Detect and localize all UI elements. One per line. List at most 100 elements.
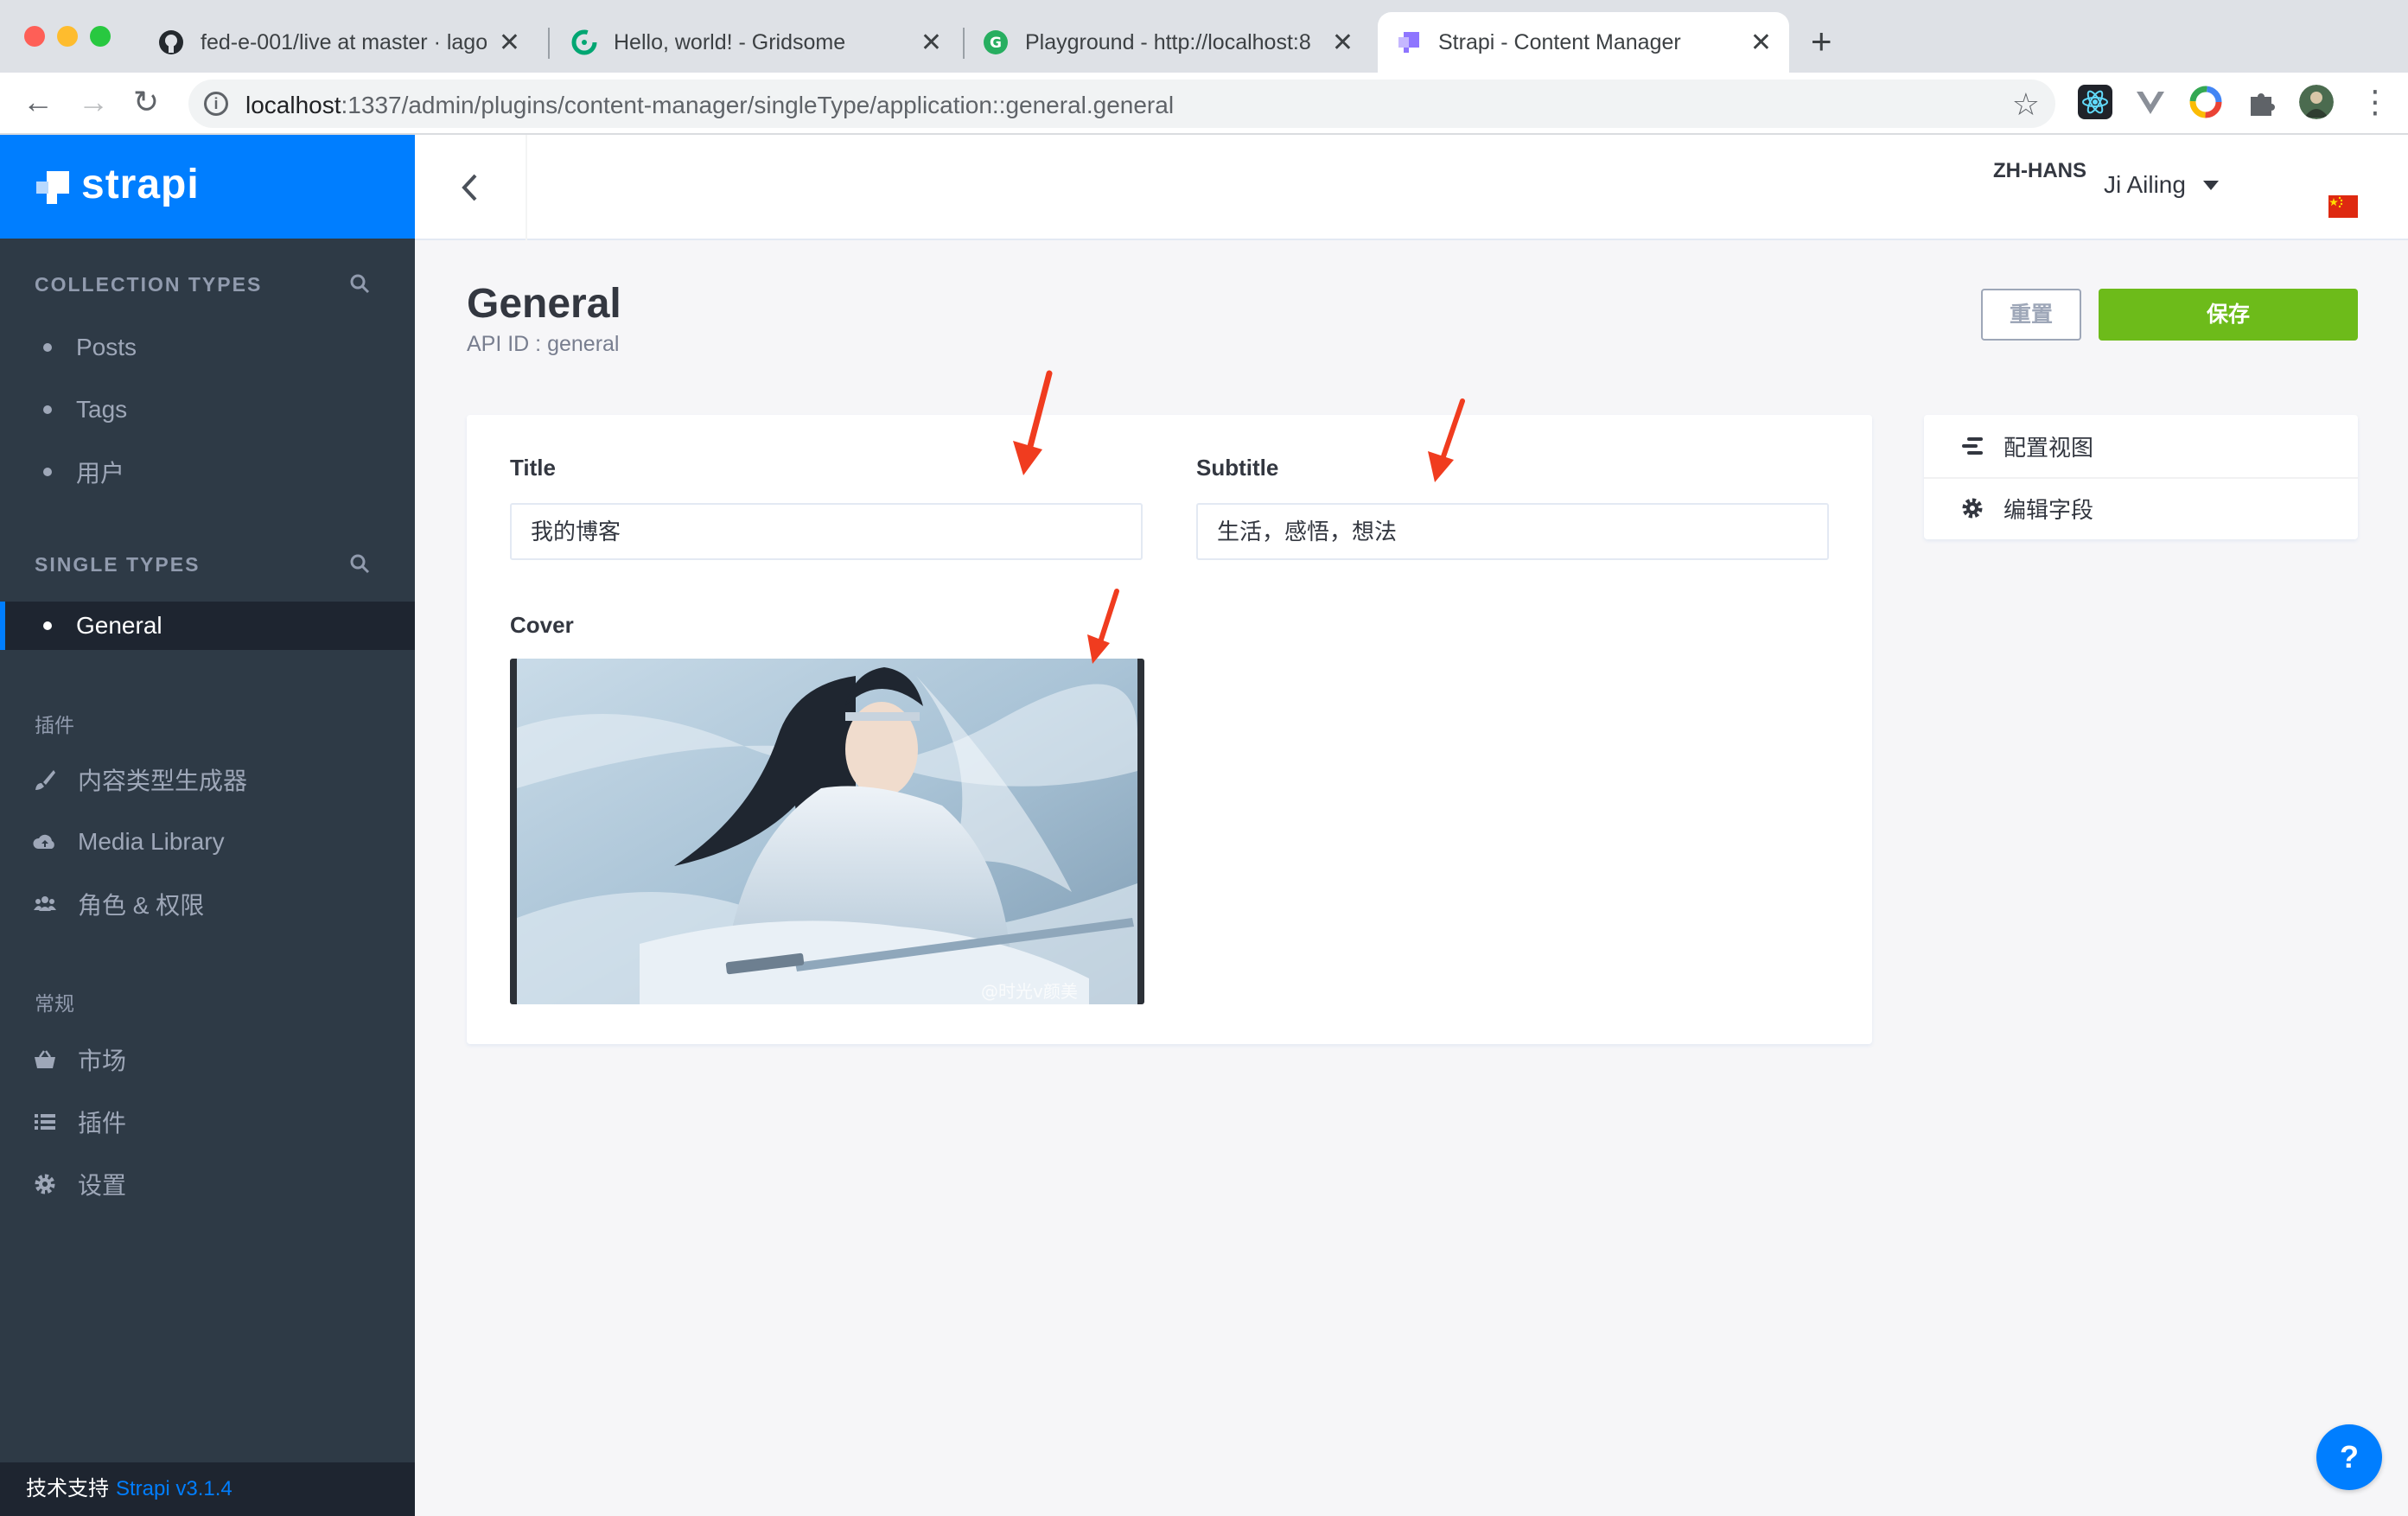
caret-down-icon (2202, 180, 2219, 190)
language-switcher[interactable]: ZH-HANS (1988, 159, 2092, 183)
annotation-arrow-icon (1428, 398, 1465, 482)
top-header: Ji Ailing ZH-HANS (415, 135, 2408, 240)
save-button[interactable]: 保存 (2099, 289, 2358, 341)
sidebar-item-label: 插件 (78, 1110, 127, 1137)
collection-types-heading: COLLECTION TYPES (35, 273, 263, 296)
users-icon (34, 896, 56, 911)
search-icon[interactable] (349, 273, 372, 296)
tab-title: Hello, world! - Gridsome (614, 29, 846, 54)
cover-watermark: @时光v颜美 (981, 981, 1078, 1002)
cover-field-label: Cover (510, 612, 574, 638)
configure-view-label: 配置视图 (2003, 434, 2094, 461)
title-field-label: Title (510, 455, 556, 481)
china-flag-icon (2328, 195, 2358, 218)
address-bar[interactable]: i localhost:1337/admin/plugins/content-m… (188, 80, 2055, 128)
strapi-logo-icon (36, 171, 69, 204)
browser-tab-strapi[interactable]: Strapi - Content Manager ✕ (1378, 12, 1789, 73)
url-host: localhost (245, 92, 341, 118)
extensions-puzzle-icon[interactable] (2244, 85, 2278, 119)
list-icon (35, 1114, 55, 1130)
tab-title: Strapi - Content Manager (1438, 29, 1681, 54)
back-arrow-icon[interactable]: ← (22, 85, 54, 119)
help-button[interactable]: ? (2316, 1424, 2382, 1490)
browser-tab-strip: fed-e-001/live at master · lago ✕ Hello,… (0, 0, 2408, 73)
url-path: :1337/admin/plugins/content-manager/sing… (341, 92, 1175, 118)
sidebar-item-label: Tags (76, 396, 128, 423)
close-tab-icon[interactable]: ✕ (1332, 28, 1354, 58)
sidebar-item-roles-permissions[interactable]: 角色 & 权限 (0, 880, 415, 928)
user-name: Ji Ailing (2104, 171, 2186, 198)
minimize-window-button[interactable] (57, 26, 78, 47)
strapi-favicon-icon (1398, 32, 1419, 53)
sidebar-item-media-library[interactable]: Media Library (0, 818, 415, 866)
forward-arrow-icon[interactable]: → (78, 85, 109, 119)
edit-form-card: Title 我的博客 Subtitle 生活，感悟，想法 Cover @时光v颜… (467, 415, 1872, 1044)
sidebar-item-content-type-builder[interactable]: 内容类型生成器 (0, 755, 415, 804)
sidebar-footer: 技术支持 Strapi v3.1.4 (0, 1462, 415, 1516)
tab-title: Playground - http://localhost:8 (1025, 29, 1311, 54)
title-input[interactable]: 我的博客 (510, 503, 1143, 560)
sidebar-item-plugins[interactable]: 插件 (0, 1098, 415, 1146)
zoom-window-button[interactable] (90, 26, 111, 47)
cover-image: @时光v颜美 (517, 659, 1138, 1004)
sidebar-item-general[interactable]: General (0, 602, 415, 650)
general-heading: 常规 (35, 992, 74, 1015)
strapi-version-link[interactable]: Strapi v3.1.4 (116, 1477, 233, 1500)
url-text[interactable]: localhost:1337/admin/plugins/content-man… (245, 92, 1174, 119)
graphql-playground-icon: G (984, 30, 1008, 54)
user-menu[interactable]: Ji Ailing (2104, 171, 2219, 199)
browser-menu-icon[interactable]: ⋮ (2360, 85, 2391, 119)
bookmark-star-icon[interactable]: ☆ (2012, 86, 2040, 123)
gear-icon (1962, 498, 1983, 519)
subtitle-input[interactable]: 生活，感悟，想法 (1196, 503, 1829, 560)
gear-icon (35, 1174, 55, 1194)
sidebar-item-settings[interactable]: 设置 (0, 1160, 415, 1208)
cover-image-dropzone[interactable]: @时光v颜美 (510, 659, 1144, 1004)
profile-avatar-icon[interactable] (2299, 85, 2334, 119)
tab-separator (548, 28, 550, 59)
react-devtools-icon[interactable] (2078, 85, 2112, 119)
subtitle-field-label: Subtitle (1196, 455, 1279, 481)
github-icon (159, 30, 183, 54)
browser-tab-playground[interactable]: G Playground - http://localhost:8 ✕ (965, 12, 1371, 73)
sidebar-item-label: Media Library (78, 828, 225, 855)
svg-text:G: G (990, 35, 1002, 52)
gridsome-icon (571, 29, 597, 55)
sidebar-item-tags[interactable]: Tags (0, 385, 415, 434)
vue-devtools-icon[interactable] (2133, 85, 2168, 119)
new-tab-button[interactable]: + (1811, 21, 1832, 62)
footer-prefix: 技术支持 (26, 1477, 109, 1500)
close-tab-icon[interactable]: ✕ (499, 28, 520, 58)
page-title: General (467, 281, 621, 327)
browser-toolbar: ← → ↻ i localhost:1337/admin/plugins/con… (0, 73, 2408, 135)
strapi-logo[interactable]: strapi (0, 135, 415, 239)
bullet-icon (43, 405, 52, 414)
view-settings-card: 配置视图 编辑字段 (1924, 415, 2358, 539)
back-button[interactable] (415, 135, 527, 240)
bullet-icon (43, 621, 52, 630)
language-label: ZH-HANS (1993, 159, 2086, 182)
edit-fields-link[interactable]: 编辑字段 (1924, 477, 2358, 539)
search-icon[interactable] (349, 553, 372, 576)
site-info-icon[interactable]: i (204, 92, 228, 116)
api-id-label: API ID : general (467, 332, 620, 356)
close-tab-icon[interactable]: ✕ (1750, 28, 1772, 58)
layout-icon (1962, 437, 1983, 455)
sidebar-item-label: 市场 (78, 1048, 127, 1074)
browser-tab-gridsome[interactable]: Hello, world! - Gridsome ✕ (553, 12, 959, 73)
color-extension-icon[interactable] (2188, 85, 2223, 119)
configure-view-link[interactable]: 配置视图 (1924, 415, 2358, 477)
sidebar-item-users[interactable]: 用户 (0, 448, 415, 496)
close-tab-icon[interactable]: ✕ (921, 28, 942, 58)
browser-tab-github[interactable]: fed-e-001/live at master · lago ✕ (140, 12, 538, 73)
basket-icon (35, 1050, 55, 1068)
reset-button[interactable]: 重置 (1981, 289, 2081, 341)
chevron-left-icon (462, 174, 477, 201)
reload-icon[interactable]: ↻ (133, 85, 159, 119)
sidebar-item-marketplace[interactable]: 市场 (0, 1035, 415, 1084)
close-window-button[interactable] (24, 26, 45, 47)
plugins-heading: 插件 (35, 714, 74, 736)
paint-brush-icon (35, 770, 55, 790)
edit-fields-label: 编辑字段 (2003, 496, 2094, 523)
sidebar-item-posts[interactable]: Posts (0, 323, 415, 372)
